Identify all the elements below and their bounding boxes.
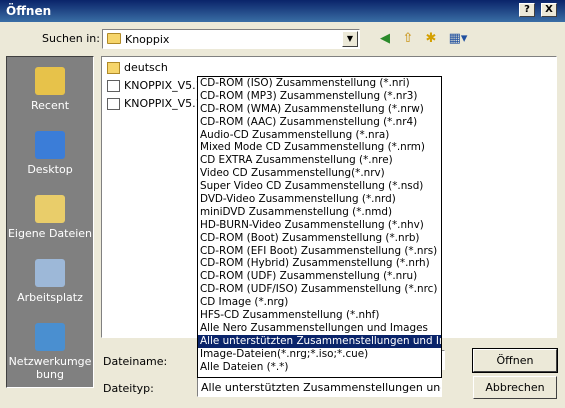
dropdown-option[interactable]: CD-ROM (Boot) Zusammenstellung (*.nrb): [198, 232, 441, 245]
place-desktop[interactable]: Desktop: [7, 131, 93, 176]
file-name: KNOPPIX_V5.1.: [124, 97, 207, 110]
window-title: Öffnen: [6, 4, 52, 18]
place-network[interactable]: Netzwerkumge bung: [7, 323, 93, 381]
dropdown-option[interactable]: CD-ROM (WMA) Zusammenstellung (*.nrw): [198, 103, 441, 116]
place-label: Desktop: [27, 163, 73, 176]
desktop-icon: [35, 131, 65, 159]
close-button[interactable]: X: [541, 3, 557, 17]
dropdown-option[interactable]: Alle Dateien (*.*): [198, 361, 441, 374]
dropdown-option[interactable]: CD Image (*.nrg): [198, 296, 441, 309]
dropdown-option[interactable]: DVD-Video Zusammenstellung (*.nrd): [198, 193, 441, 206]
filetype-dropdown-list[interactable]: CD-ROM (ISO) Zusammenstellung (*.nri) CD…: [197, 76, 442, 378]
views-menu-icon[interactable]: ▦▾: [446, 31, 470, 47]
back-icon[interactable]: ◀: [376, 31, 394, 47]
list-item[interactable]: deutsch: [106, 60, 168, 76]
filename-label: Dateiname:: [103, 355, 168, 368]
place-label: Netzwerkumge bung: [8, 355, 92, 381]
dropdown-option[interactable]: Audio-CD Zusammenstellung (*.nra): [198, 129, 441, 142]
network-icon: [35, 323, 65, 351]
dropdown-option-selected[interactable]: Alle unterstützten Zusammenstellungen un…: [198, 334, 441, 348]
dropdown-option[interactable]: CD-ROM (UDF/ISO) Zusammenstellung (*.nrc…: [198, 283, 441, 296]
place-recent[interactable]: Recent: [7, 67, 93, 112]
place-my-documents[interactable]: Eigene Dateien: [7, 195, 93, 240]
my-computer-icon: [35, 259, 65, 287]
title-bar: Öffnen ? X: [0, 0, 565, 22]
image-file-icon: [107, 80, 120, 92]
lookin-value: Knoppix: [125, 33, 170, 46]
folder-icon: [107, 62, 120, 74]
lookin-dropdown[interactable]: Knoppix ▼: [102, 29, 360, 49]
place-label: Recent: [30, 99, 70, 112]
my-documents-icon: [35, 195, 65, 223]
place-my-computer[interactable]: Arbeitsplatz: [7, 259, 93, 304]
filetype-select[interactable]: Alle unterstützten Zusammenstellungen un…: [197, 377, 442, 397]
dropdown-option[interactable]: Alle Nero Zusammenstellungen und Images: [198, 322, 441, 335]
dropdown-option[interactable]: miniDVD Zusammenstellung (*.nmd): [198, 206, 441, 219]
dropdown-option[interactable]: Mixed Mode CD Zusammenstellung (*.nrm): [198, 141, 441, 154]
cancel-button[interactable]: Abbrechen: [473, 376, 557, 399]
places-bar: Recent Desktop Eigene Dateien Arbeitspla…: [6, 56, 94, 388]
dropdown-option[interactable]: CD EXTRA Zusammenstellung (*.nre): [198, 154, 441, 167]
dropdown-option[interactable]: CD-ROM (UDF) Zusammenstellung (*.nru): [198, 270, 441, 283]
filetype-label: Dateityp:: [103, 382, 154, 395]
dropdown-option[interactable]: HD-BURN-Video Zusammenstellung (*.nhv): [198, 219, 441, 232]
file-name: deutsch: [124, 61, 168, 74]
recent-folder-icon: [35, 67, 65, 95]
list-item[interactable]: KNOPPIX_V5.1.: [106, 78, 206, 94]
place-label: Eigene Dateien: [7, 227, 93, 240]
folder-icon: [107, 33, 121, 44]
dropdown-option[interactable]: HFS-CD Zusammenstellung (*.nhf): [198, 309, 441, 322]
dropdown-option[interactable]: CD-ROM (ISO) Zusammenstellung (*.nri): [198, 77, 441, 90]
dropdown-option[interactable]: CD-ROM (Hybrid) Zusammenstellung (*.nrh): [198, 257, 441, 270]
open-button[interactable]: Öffnen: [472, 348, 558, 373]
dropdown-option[interactable]: CD-ROM (MP3) Zusammenstellung (*.nr3): [198, 90, 441, 103]
list-item[interactable]: KNOPPIX_V5.1.: [106, 96, 206, 112]
dropdown-option[interactable]: CD-ROM (EFI Boot) Zusammenstellung (*.nr…: [198, 245, 441, 258]
dropdown-option[interactable]: Image-Dateien(*.nrg;*.iso;*.cue): [198, 348, 441, 361]
chevron-down-icon[interactable]: ▼: [342, 31, 358, 47]
place-label: Arbeitsplatz: [17, 291, 83, 304]
help-button[interactable]: ?: [519, 3, 535, 17]
dropdown-option[interactable]: CD-ROM (AAC) Zusammenstellung (*.nr4): [198, 116, 441, 129]
dropdown-option[interactable]: Video CD Zusammenstellung(*.nrv): [198, 167, 441, 180]
new-folder-icon[interactable]: ✱: [422, 31, 440, 47]
dropdown-option[interactable]: Super Video CD Zusammenstellung (*.nsd): [198, 180, 441, 193]
up-folder-icon[interactable]: ⇧: [399, 31, 417, 47]
file-name: KNOPPIX_V5.1.: [124, 79, 207, 92]
image-file-icon: [107, 98, 120, 110]
lookin-label: Suchen in:: [42, 32, 100, 45]
